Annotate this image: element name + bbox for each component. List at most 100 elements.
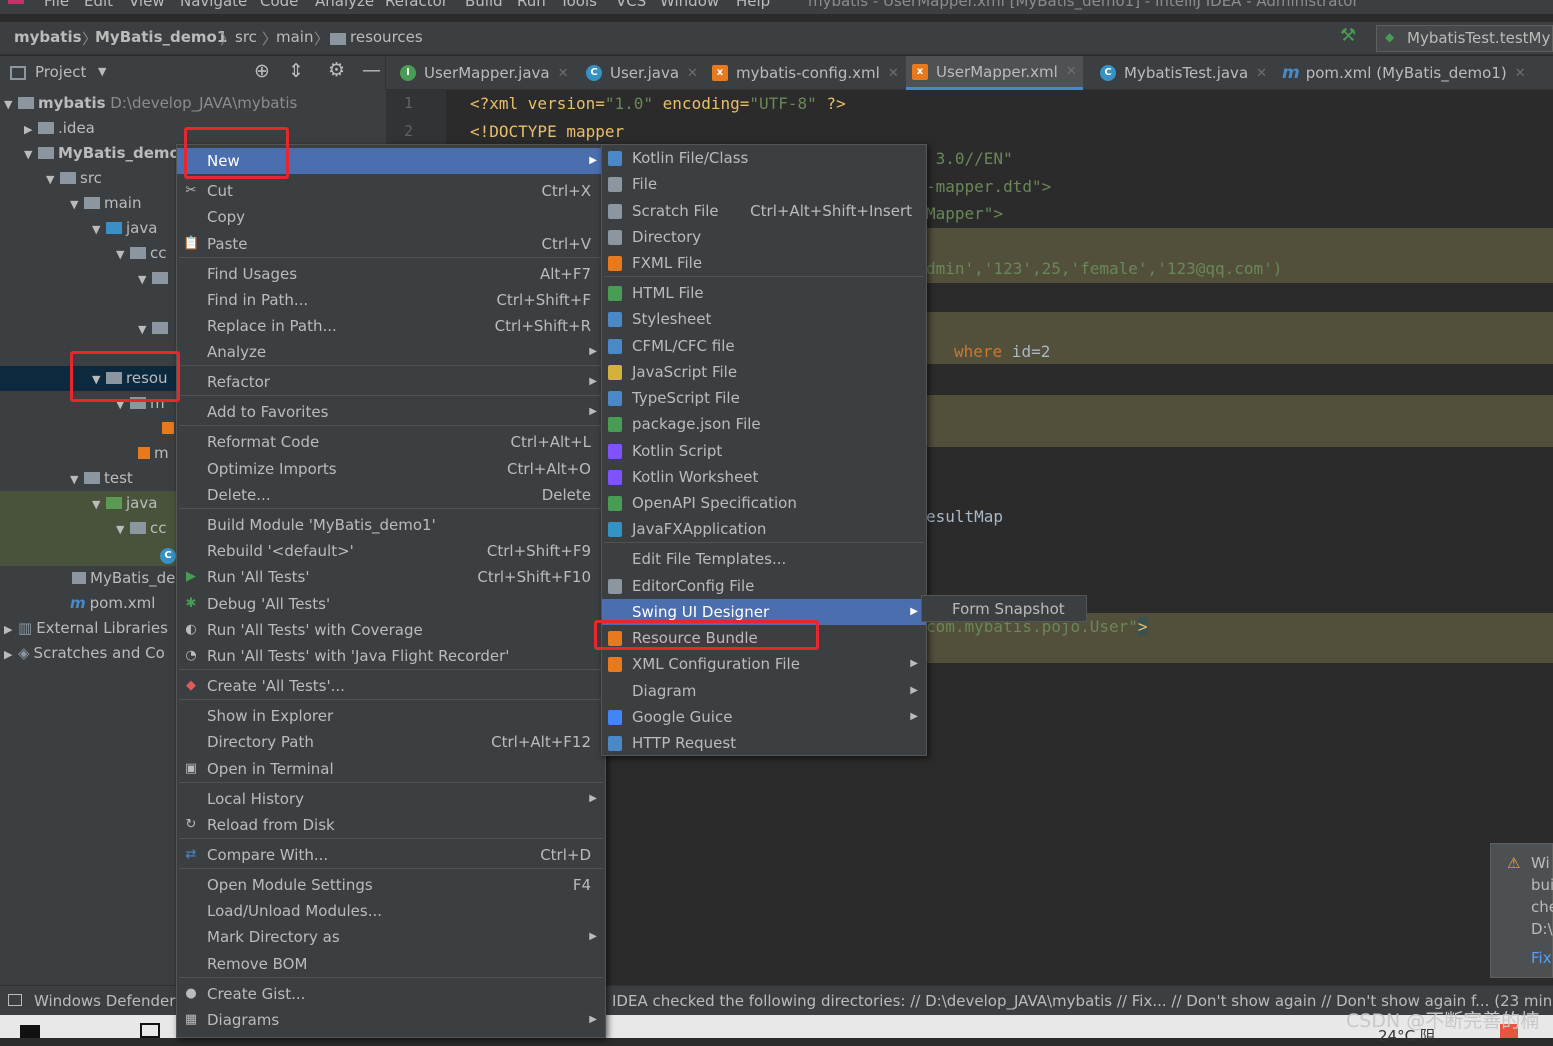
new-item-http-request[interactable]: HTTP Request (602, 730, 926, 756)
close-icon[interactable]: ✕ (687, 66, 698, 81)
new-item-edit-file-templates[interactable]: Edit File Templates... (602, 546, 926, 572)
gear-icon[interactable]: ⚙ (328, 59, 345, 81)
close-icon[interactable]: ✕ (1066, 64, 1077, 79)
menu-item-directory-path[interactable]: Directory Path Ctrl+Alt+F12 (177, 729, 605, 755)
menu-item-local-history[interactable]: Local History ▶ (177, 786, 605, 812)
menu-item-run-all-tests-with-java-flight-recorder[interactable]: ◔ Run 'All Tests' with 'Java Flight Recor… (177, 643, 605, 669)
breadcrumb-resources[interactable]: resources (350, 28, 423, 46)
menu-item-create-all-tests[interactable]: ◆ Create 'All Tests'... (177, 673, 605, 699)
new-item-fxml-file[interactable]: FXML File (602, 250, 926, 276)
close-icon[interactable]: ✕ (888, 66, 899, 81)
run-config-selector[interactable]: ◆ MybatisTest.testMy (1376, 25, 1553, 52)
new-item-google-guice[interactable]: Google Guice ▶ (602, 704, 926, 730)
menu-item-reformat-code[interactable]: Reformat Code Ctrl+Alt+L (177, 429, 605, 455)
menu-build[interactable]: Build (465, 0, 503, 10)
tree-node-scratches[interactable]: ▶ ◈ Scratches and Co (4, 641, 165, 666)
tree-node-external-libraries[interactable]: ▶ ▥ External Libraries (4, 616, 168, 641)
minimize-icon[interactable]: — (362, 59, 381, 81)
menu-item-run-all-tests[interactable]: ▶ Run 'All Tests' Ctrl+Shift+F10 (177, 564, 605, 590)
tree-node-src[interactable]: ▼ src (46, 166, 102, 191)
menu-window[interactable]: Window (660, 0, 719, 10)
locate-icon[interactable]: ⊕ (254, 60, 270, 82)
tree-node-test[interactable]: ▼ test (70, 466, 133, 491)
menu-item-reload-from-disk[interactable]: ↻ Reload from Disk (177, 812, 605, 838)
menu-item-create-gist[interactable]: ● Create Gist... (177, 981, 605, 1007)
new-item-diagram[interactable]: Diagram ▶ (602, 678, 926, 704)
close-icon[interactable]: ✕ (558, 66, 569, 81)
menu-item-replace-in-path[interactable]: Replace in Path... Ctrl+Shift+R (177, 313, 605, 339)
tree-node-subpackage[interactable]: ▼ (138, 266, 172, 291)
menu-help[interactable]: Help (736, 0, 770, 10)
menu-item-build-module-mybatis-demo1[interactable]: Build Module 'MyBatis_demo1' (177, 512, 605, 538)
new-item-kotlin-worksheet[interactable]: Kotlin Worksheet (602, 464, 926, 490)
windows-start-icon[interactable] (20, 1025, 40, 1038)
tree-node-subpackage-2[interactable]: ▼ (138, 316, 172, 341)
menu-item-open-in-terminal[interactable]: ▣ Open in Terminal (177, 756, 605, 782)
menu-item-cut[interactable]: ✂ Cut Ctrl+X (177, 178, 605, 204)
menu-run[interactable]: Run (517, 0, 546, 10)
menu-item-optimize-imports[interactable]: Optimize Imports Ctrl+Alt+O (177, 456, 605, 482)
tool-windows-icon[interactable] (8, 994, 22, 1006)
menu-item-show-in-explorer[interactable]: Show in Explorer (177, 703, 605, 729)
tree-node-main[interactable]: ▼ main (70, 191, 141, 216)
menu-file[interactable]: File (44, 0, 69, 10)
menu-item-analyze[interactable]: Analyze ▶ (177, 339, 605, 365)
new-item-file[interactable]: File (602, 171, 926, 197)
menu-item-form-snapshot[interactable]: Form Snapshot (922, 596, 1086, 622)
collapse-all-icon[interactable]: ⇕ (288, 60, 304, 82)
menu-item-run-all-tests-with-coverage[interactable]: ◐ Run 'All Tests' with Coverage (177, 617, 605, 643)
menu-item-diagrams[interactable]: ▦ Diagrams ▶ (177, 1007, 605, 1033)
new-item-stylesheet[interactable]: Stylesheet (602, 306, 926, 332)
new-item-kotlin-script[interactable]: Kotlin Script (602, 438, 926, 464)
new-item-package-json-file[interactable]: package.json File (602, 411, 926, 437)
task-view-icon[interactable] (140, 1023, 160, 1038)
new-item-scratch-file[interactable]: Scratch File Ctrl+Alt+Shift+Insert (602, 198, 926, 224)
new-item-typescript-file[interactable]: TypeScript File (602, 385, 926, 411)
menu-item-copy[interactable]: Copy (177, 204, 605, 230)
menu-item-mark-directory-as[interactable]: Mark Directory as ▶ (177, 924, 605, 950)
menu-code[interactable]: Code (260, 0, 298, 10)
menu-item-remove-bom[interactable]: Remove BOM (177, 951, 605, 977)
menu-item-find-usages[interactable]: Find Usages Alt+F7 (177, 261, 605, 287)
new-item-kotlin-file-class[interactable]: Kotlin File/Class (602, 145, 926, 171)
menu-analyze[interactable]: Analyze (315, 0, 374, 10)
menu-item-open-module-settings[interactable]: Open Module Settings F4 (177, 872, 605, 898)
status-left-text[interactable]: Windows Defender (34, 992, 175, 1010)
tree-node-module[interactable]: ▼ MyBatis_demo (24, 141, 180, 166)
tree-node-test-java[interactable]: ▼ java (92, 491, 157, 516)
menu-edit[interactable]: Edit (84, 0, 113, 10)
menu-item-debug-all-tests[interactable]: ✱ Debug 'All Tests' (177, 591, 605, 617)
menu-vcs[interactable]: VCS (616, 0, 646, 10)
menu-view[interactable]: View (129, 0, 165, 10)
new-item-editorconfig-file[interactable]: EditorConfig File (602, 573, 926, 599)
menu-item-find-in-path[interactable]: Find in Path... Ctrl+Shift+F (177, 287, 605, 313)
tree-node-xml-file-2[interactable]: m (138, 441, 169, 466)
menu-item-load-unload-modules[interactable]: Load/Unload Modules... (177, 898, 605, 924)
menu-item-rebuild-default[interactable]: Rebuild '<default>' Ctrl+Shift+F9 (177, 538, 605, 564)
menu-item-paste[interactable]: 📋 Paste Ctrl+V (177, 231, 605, 257)
menu-tools[interactable]: Tools (560, 0, 597, 10)
tree-node-test-package[interactable]: ▼ cc (116, 516, 167, 541)
new-item-javafxapplication[interactable]: JavaFXApplication (602, 516, 926, 542)
close-icon[interactable]: ✕ (1256, 66, 1267, 81)
breadcrumb-module[interactable]: MyBatis_demo1 (95, 28, 227, 46)
breadcrumb-src[interactable]: src (235, 28, 257, 46)
tab-mybatis-config[interactable]: x mybatis-config.xml ✕ (706, 56, 905, 90)
tree-node-idea[interactable]: ▶ .idea (24, 116, 95, 141)
tab-pom-xml[interactable]: m pom.xml (MyBatis_demo1) ✕ (1276, 56, 1532, 90)
notification-fix-link[interactable]: Fix (1531, 949, 1552, 967)
tree-node-package[interactable]: ▼ cc (116, 241, 167, 266)
notification-balloon[interactable]: ⚠ Wi bui che D:\ Fix (1490, 843, 1553, 978)
tab-mybatistest-java[interactable]: C MybatisTest.java ✕ (1094, 56, 1273, 90)
new-item-directory[interactable]: Directory (602, 224, 926, 250)
new-item-xml-configuration-file[interactable]: XML Configuration File ▶ (602, 651, 926, 677)
menu-item-add-to-favorites[interactable]: Add to Favorites ▶ (177, 399, 605, 425)
build-hammer-icon[interactable]: ⚒ (1340, 25, 1356, 46)
new-item-javascript-file[interactable]: JavaScript File (602, 359, 926, 385)
close-icon[interactable]: ✕ (1515, 66, 1526, 81)
chevron-down-icon[interactable]: ▼ (98, 65, 106, 78)
project-view-label[interactable]: Project (35, 63, 86, 81)
tree-node-iml[interactable]: MyBatis_de (72, 566, 175, 591)
tab-usermapper-java[interactable]: I UserMapper.java ✕ (394, 56, 575, 90)
new-item-cfml-cfc-file[interactable]: CFML/CFC file (602, 333, 926, 359)
